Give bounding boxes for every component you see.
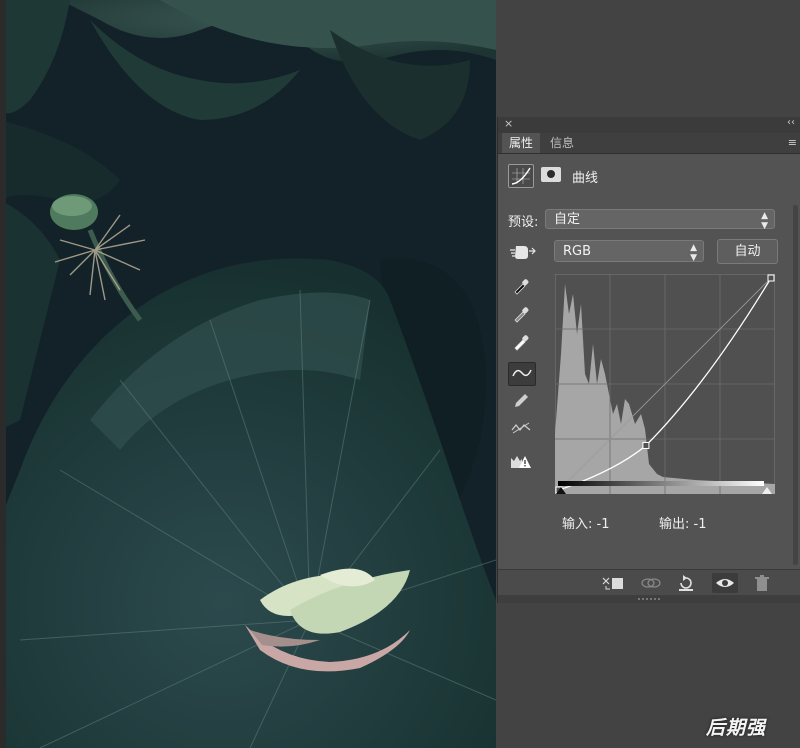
channel-dropdown[interactable]: RGB ▲ ▼	[554, 240, 704, 263]
clipping-warning-icon[interactable]	[508, 450, 534, 472]
on-image-adjust-icon[interactable]	[510, 242, 536, 260]
canvas-edge	[0, 0, 6, 748]
panel-menu-icon[interactable]: ≡	[788, 136, 797, 149]
tab-info[interactable]: 信息	[543, 133, 581, 153]
lotus-photo	[0, 0, 496, 748]
smooth-curve-icon[interactable]	[508, 418, 534, 440]
reset-icon[interactable]	[673, 573, 699, 593]
panel-tabbar: 属性 信息 ≡	[498, 133, 800, 154]
white-point-eyedropper-icon[interactable]	[508, 331, 534, 353]
curve-control-point[interactable]	[642, 441, 650, 449]
input-gradient-bar	[558, 481, 764, 486]
clip-to-layer-icon[interactable]	[600, 573, 626, 593]
gray-point-eyedropper-icon[interactable]	[508, 303, 534, 325]
pencil-icon[interactable]	[508, 390, 534, 412]
visibility-icon[interactable]	[712, 573, 738, 593]
dropdown-arrows-icon: ▲ ▼	[761, 211, 768, 231]
resize-grip	[638, 598, 662, 600]
panel-titlebar: × ‹‹	[498, 117, 800, 133]
auto-button[interactable]: 自动	[717, 239, 778, 264]
adjustment-title: 曲线	[572, 171, 599, 186]
channel-value: RGB	[563, 244, 592, 259]
curve-control-point[interactable]	[767, 274, 775, 282]
tab-properties[interactable]: 属性	[502, 133, 541, 153]
preset-label: 预设:	[508, 215, 539, 230]
black-point-slider[interactable]	[556, 487, 566, 494]
panel-footer	[498, 569, 800, 596]
curves-graph[interactable]	[555, 274, 775, 494]
trash-icon[interactable]	[749, 573, 775, 593]
panel-scrollbar[interactable]	[793, 205, 798, 565]
curves-adjustment-icon[interactable]	[508, 164, 534, 188]
white-point-slider[interactable]	[762, 487, 772, 494]
preset-value: 自定	[554, 212, 581, 227]
view-previous-state-icon[interactable]	[638, 573, 664, 593]
curve-point-tool-icon[interactable]	[508, 362, 536, 386]
watermark: 后期强	[706, 717, 767, 739]
preset-dropdown[interactable]: 自定 ▲ ▼	[545, 209, 775, 231]
panel-resize-bar[interactable]	[498, 595, 800, 603]
image-canvas[interactable]	[0, 0, 496, 748]
collapse-panel-icon[interactable]: ‹‹	[787, 117, 795, 128]
black-point-eyedropper-icon[interactable]	[508, 275, 534, 297]
dropdown-arrows-icon: ▲ ▼	[690, 243, 697, 263]
output-value-label: 输出: -1	[659, 517, 707, 532]
input-value-label: 输入: -1	[562, 517, 610, 532]
layer-mask-icon[interactable]	[541, 167, 561, 182]
properties-panel: × ‹‹ 属性 信息 ≡ 曲线 预设: 自定 ▲ ▼ RGB ▲ ▼ 自动 输入…	[497, 117, 800, 603]
close-panel-icon[interactable]: ×	[504, 117, 513, 130]
